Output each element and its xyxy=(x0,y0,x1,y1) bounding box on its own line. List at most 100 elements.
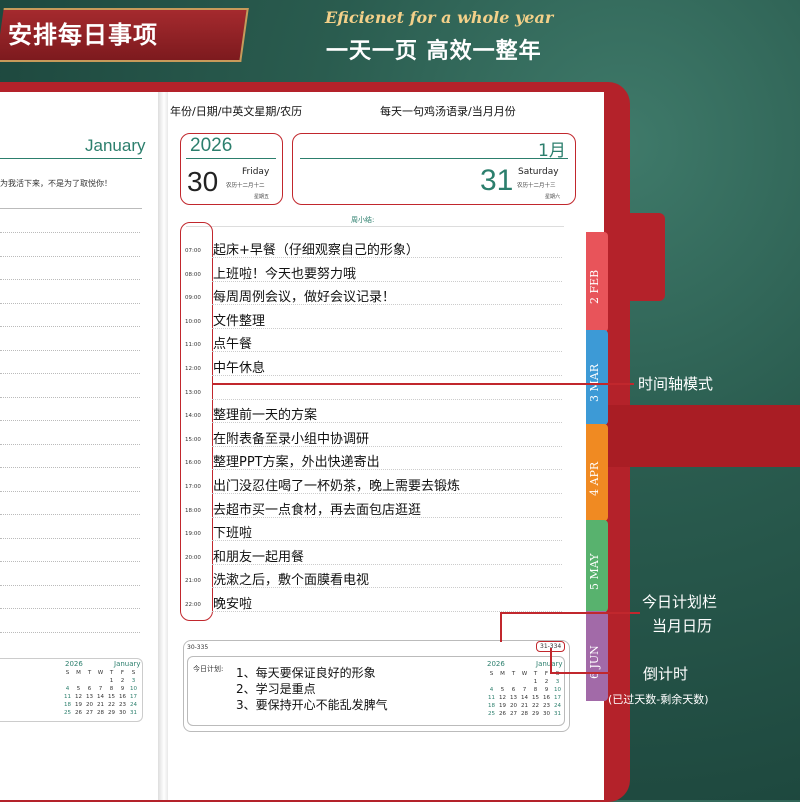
calendar-day: 7 xyxy=(98,686,103,692)
time-label: 16:00 xyxy=(185,460,201,467)
time-label: 08:00 xyxy=(185,271,201,278)
writing-line xyxy=(0,631,140,633)
tab-apr[interactable]: 4 APR xyxy=(586,424,608,521)
weekday-header: F xyxy=(120,670,125,676)
schedule-task: 晚安啦 xyxy=(213,597,253,612)
calendar-day xyxy=(95,678,106,684)
annotation-line xyxy=(500,612,502,642)
calendar-day: 10 xyxy=(554,687,561,693)
calendar-day: 24 xyxy=(130,702,137,708)
calendar-day: 4 xyxy=(489,687,494,693)
calendar-day: 8 xyxy=(109,686,114,692)
divider xyxy=(186,226,564,227)
writing-line xyxy=(0,561,140,562)
calendar-day: 20 xyxy=(86,702,93,708)
calendar-day: 16 xyxy=(119,694,126,700)
month-label: 1月 xyxy=(538,141,566,161)
tab-label: 4 APR xyxy=(588,461,601,496)
calendar-day: 23 xyxy=(119,702,126,708)
calendar-day: 8 xyxy=(533,687,538,693)
schedule-task: 洗漱之后，敷个面膜看电视 xyxy=(213,573,370,589)
calendar-day: 21 xyxy=(97,702,104,708)
weekday-header: W xyxy=(97,670,104,676)
writing-line xyxy=(0,443,140,445)
calendar-day: 10 xyxy=(130,686,137,692)
writing-line xyxy=(0,396,140,398)
calendar-day: 14 xyxy=(521,695,528,701)
schedule-task: 中午休息 xyxy=(213,361,266,376)
writing-line xyxy=(0,514,140,515)
annotation-timeline: 时间轴模式 xyxy=(638,375,714,393)
weekday-header: T xyxy=(109,670,114,676)
tab-jun[interactable]: 6 JUN xyxy=(586,611,608,701)
calendar-day: 29 xyxy=(532,711,539,717)
annotation-line xyxy=(550,672,610,674)
annotation-countdown: 倒计时 xyxy=(643,665,689,683)
schedule-task: 点午餐 xyxy=(213,337,253,353)
calendar-day: 31 xyxy=(130,710,137,716)
calendar-day: 1 xyxy=(109,678,114,684)
tab-feb[interactable]: 2 FEB xyxy=(586,232,608,332)
calendar-day: 9 xyxy=(544,687,549,693)
divider xyxy=(300,158,568,159)
calendar-day: 14 xyxy=(97,694,104,700)
writing-line xyxy=(212,327,562,329)
time-label: 07:00 xyxy=(185,248,201,254)
left-mini-calendar: 2026 January S M T W T F S 1 2 3 4 5 6 7 8 9 10 11 12 13 14 1… xyxy=(0,658,143,722)
calendar-day: 13 xyxy=(86,694,93,700)
writing-line xyxy=(212,257,562,258)
writing-line xyxy=(212,469,562,471)
calendar-month: January xyxy=(114,660,141,668)
header-right-caption: 每天一句鸡汤语录/当月月份 xyxy=(380,105,516,118)
calendar-day: 9 xyxy=(120,686,125,692)
writing-line xyxy=(0,279,140,280)
writing-line xyxy=(212,398,562,400)
writing-line xyxy=(212,445,562,447)
date-lunar: 农历十二月十二 xyxy=(226,183,265,189)
calendar-day: 19 xyxy=(499,703,506,709)
writing-line xyxy=(212,375,562,376)
annotation-line xyxy=(212,383,632,385)
time-label: 10:00 xyxy=(185,318,201,325)
calendar-day: 30 xyxy=(119,710,126,716)
banner-title: 安排每日事项 xyxy=(8,21,158,49)
writing-line xyxy=(212,493,562,494)
writing-line xyxy=(0,349,140,351)
writing-line xyxy=(0,373,140,374)
time-label: 20:00 xyxy=(185,554,201,561)
schedule-task: 文件整理 xyxy=(213,313,266,329)
divider xyxy=(186,158,276,159)
time-label: 14:00 xyxy=(185,413,201,420)
elastic-band xyxy=(600,405,800,467)
calendar-day: 21 xyxy=(521,703,528,709)
calendar-day: 28 xyxy=(97,710,104,716)
writing-line xyxy=(212,563,562,565)
calendar-day: 30 xyxy=(543,711,550,717)
time-label: 21:00 xyxy=(185,578,201,585)
calendar-day: 2 xyxy=(120,678,125,684)
header-left-caption: 年份/日期/中英文星期/农历 xyxy=(170,105,303,118)
tab-may[interactable]: 5 MAY xyxy=(586,520,608,612)
date-weekday: Friday xyxy=(242,167,270,177)
divider xyxy=(0,158,142,159)
calendar-day: 18 xyxy=(488,703,495,709)
calendar-grid: S M T W T F S 1 2 3 4 5 6 7 8 9 10 11 12 13 14 15 16 17 18 19 20 21… xyxy=(62,670,139,716)
plan-item: 3、要保持开心不能乱发脾气 xyxy=(236,698,388,712)
writing-line xyxy=(0,608,140,609)
time-label: 15:00 xyxy=(185,436,201,443)
page-spine xyxy=(158,92,168,800)
calendar-day: 22 xyxy=(108,702,115,708)
annotation-line xyxy=(550,648,552,674)
tab-mar[interactable]: 3 MAR xyxy=(586,330,608,425)
weekday-header: T xyxy=(87,670,92,676)
time-label: 09:00 xyxy=(185,295,201,302)
calendar-day: 3 xyxy=(131,678,136,684)
calendar-day: 6 xyxy=(511,687,516,693)
annotation-countdown-sub: (已过天数-剩余天数) xyxy=(608,693,709,706)
tab-label: 2 FEB xyxy=(588,269,601,304)
calendar-day: 25 xyxy=(488,711,495,717)
calendar-day: 4 xyxy=(65,686,70,692)
calendar-day: 11 xyxy=(488,695,495,701)
schedule-task: 整理PPT方案，外出快递寄出 xyxy=(213,455,380,471)
calendar-day xyxy=(486,679,497,685)
